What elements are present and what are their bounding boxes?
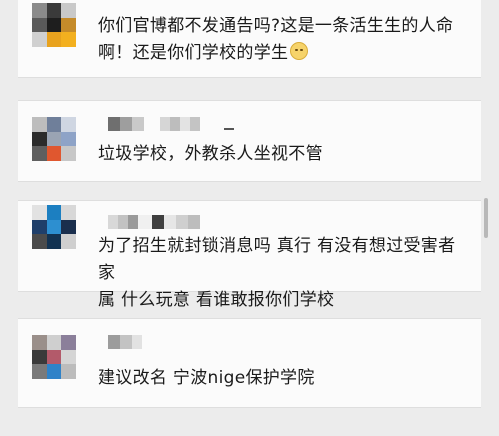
username-blurred[interactable] xyxy=(108,335,142,349)
scrollbar[interactable] xyxy=(484,198,488,238)
slightly-frowning-emoji-icon xyxy=(290,42,309,60)
comment-card: 建议改名 宁波nige保护学院 xyxy=(18,318,481,408)
comment-card: 为了招生就封锁消息吗 真行 有没有想过受害者家 属 什么玩意 看谁敢报你们学校 xyxy=(18,200,481,310)
comment-card: 垃圾学校，外教杀人坐视不管 xyxy=(18,100,481,182)
comment-text-line: 属 什么玩意 看谁敢报你们学校 xyxy=(98,290,335,310)
mark xyxy=(224,128,234,130)
comment-text-line: 垃圾学校，外教杀人坐视不管 xyxy=(98,144,323,164)
comment-text-line: 建议改名 宁波nige保护学院 xyxy=(98,368,315,388)
comment-card: 你们官博都不发通告吗?这是一条活生生的人命 啊！还是你们学校的学生 xyxy=(18,0,481,78)
avatar[interactable] xyxy=(32,3,76,47)
username-blurred[interactable] xyxy=(108,117,200,131)
avatar[interactable] xyxy=(32,117,76,161)
comment-text: 建议改名 宁波nige保护学院 xyxy=(98,365,471,392)
comment-text: 你们官博都不发通告吗?这是一条活生生的人命 啊！还是你们学校的学生 xyxy=(98,13,471,67)
avatar[interactable] xyxy=(32,205,76,249)
avatar[interactable] xyxy=(32,335,76,379)
comment-text-line: 你们官博都不发通告吗?这是一条活生生的人命 xyxy=(98,16,454,36)
comment-text: 垃圾学校，外教杀人坐视不管 xyxy=(98,141,471,168)
comment-text-line: 为了招生就封锁消息吗 真行 有没有想过受害者家 xyxy=(98,236,456,283)
comment-text-line: 啊！还是你们学校的学生 xyxy=(98,40,471,67)
comment-text: 为了招生就封锁消息吗 真行 有没有想过受害者家 属 什么玩意 看谁敢报你们学校 xyxy=(98,233,471,314)
username-blurred[interactable] xyxy=(108,215,200,229)
